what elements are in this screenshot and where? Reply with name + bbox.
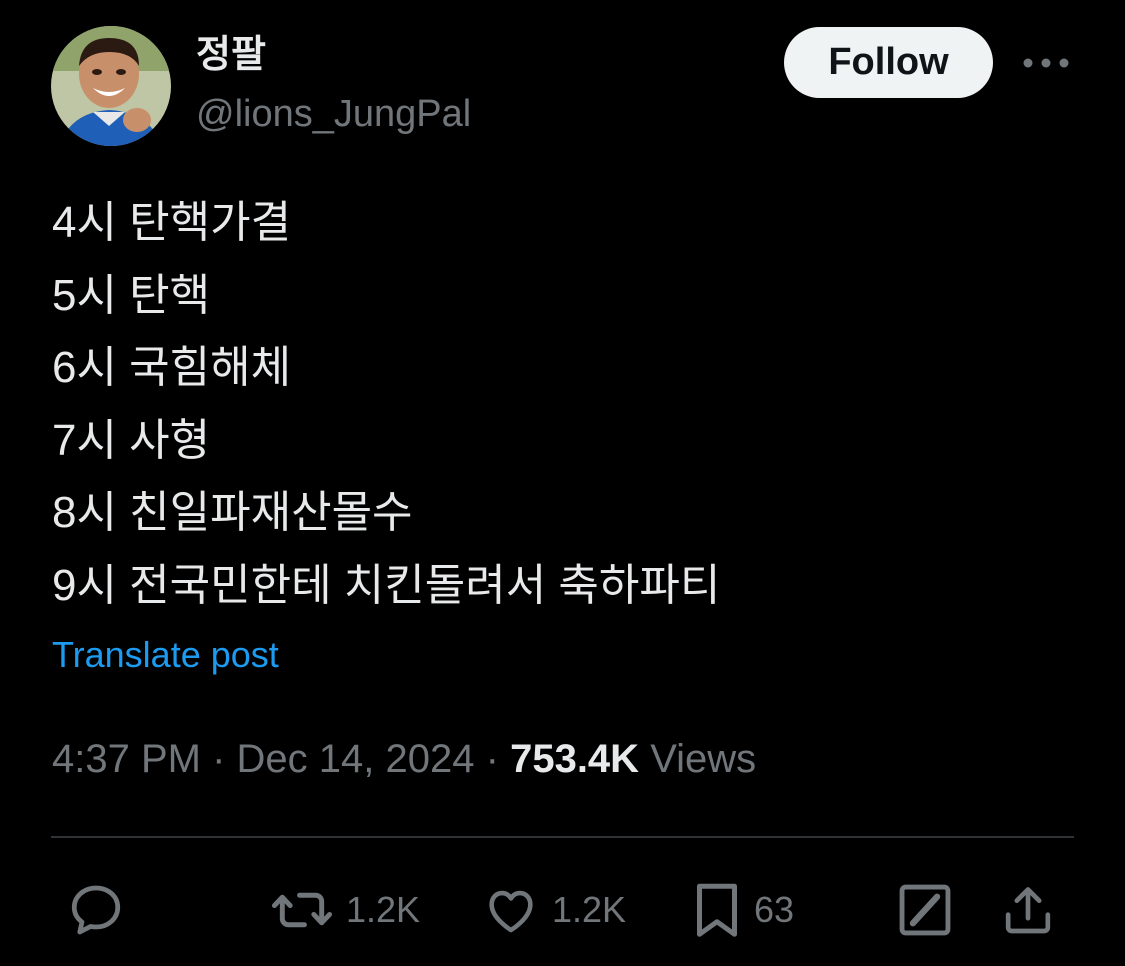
tweet-text: 4시 탄핵가결 5시 탄핵 6시 국힘해체 7시 사형 8시 친일파재산몰수 9… — [52, 187, 1072, 622]
reply-button[interactable] — [66, 878, 126, 942]
tweet-line: 4시 탄핵가결 — [52, 198, 292, 247]
avatar[interactable] — [51, 26, 171, 146]
tweet-line: 8시 친일파재산몰수 — [52, 488, 413, 537]
retweet-count: 1.2K — [346, 889, 421, 930]
bookmark-count: 63 — [754, 889, 795, 930]
views-label: Views — [650, 737, 757, 781]
tweet-meta: 4:37 PM · Dec 14, 2024 · 753.4K Views — [52, 733, 756, 785]
heart-icon — [482, 881, 540, 939]
share-button[interactable] — [1000, 878, 1056, 942]
grok-icon — [896, 881, 954, 939]
grok-button[interactable] — [896, 878, 954, 942]
more-horizontal-icon[interactable] — [1018, 46, 1074, 80]
tweet-line: 5시 탄핵 — [52, 270, 211, 320]
retweet-button[interactable]: 1.2K — [270, 878, 420, 942]
tweet-line: 9시 전국민한테 치킨돌려서 축하파티 — [52, 560, 721, 610]
retweet-icon — [270, 880, 334, 940]
share-icon — [1000, 880, 1056, 940]
meta-separator: · — [485, 737, 499, 781]
like-count: 1.2K — [552, 889, 627, 930]
bookmark-icon — [692, 879, 742, 941]
follow-button[interactable]: Follow — [784, 27, 993, 98]
user-handle[interactable]: @lions_JungPal — [196, 90, 471, 138]
tweet-line: 6시 국힘해체 — [52, 343, 292, 392]
bookmark-button[interactable]: 63 — [692, 878, 794, 942]
tweet-date[interactable]: Dec 14, 2024 — [237, 737, 475, 781]
divider — [51, 836, 1074, 838]
meta-separator: · — [212, 737, 226, 781]
tweet-time[interactable]: 4:37 PM — [52, 737, 201, 781]
views-count: 753.4K — [510, 737, 640, 781]
translate-post-link[interactable]: Translate post — [52, 632, 279, 678]
like-button[interactable]: 1.2K — [482, 878, 626, 942]
display-name[interactable]: 정팔 — [196, 32, 266, 78]
tweet-line: 7시 사형 — [52, 415, 211, 465]
reply-icon — [66, 880, 126, 940]
